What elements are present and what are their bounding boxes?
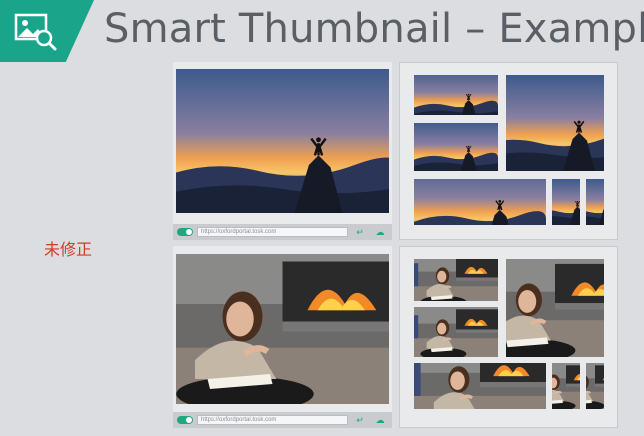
thumbnail-woman-5 [552,363,580,409]
logo-tile [0,0,94,62]
thumbnail-mountain-1 [414,75,498,115]
thumbnail-woman-3 [414,307,498,357]
original-image-mountain [176,69,389,213]
thumbnail-mountain-2 [506,75,604,171]
thumbnail-mountain-4 [414,179,546,225]
browser-bar-top: https://oxfordportal.tosk.com ↵ ☁ [173,224,392,240]
thumbnail-woman-6 [586,363,604,409]
original-image-panel-top: https://oxfordportal.tosk.com ↵ ☁ [173,62,392,240]
thumbnail-woman-1 [414,259,498,301]
thumbnail-mountain-3 [414,123,498,171]
thumbnail-mountain-5 [552,179,580,225]
browser-bar-bottom: https://oxfordportal.tosk.com ↵ ☁ [173,412,392,428]
original-image-panel-bottom: https://oxfordportal.tosk.com ↵ ☁ [173,246,392,428]
thumbnail-mountain-6 [586,179,604,225]
thumbnails-panel-bottom [399,246,618,428]
toggle-icon[interactable] [177,416,193,424]
original-image-woman [176,254,389,404]
side-label: 未修正 [44,240,93,259]
url-input-bottom[interactable]: https://oxfordportal.tosk.com [197,415,348,425]
url-input-top[interactable]: https://oxfordportal.tosk.com [197,227,348,237]
page-title: Smart Thumbnail – Example [104,6,644,52]
thumbnails-panel-top [399,62,618,240]
toggle-icon[interactable] [177,228,193,236]
cloud-icon[interactable]: ☁ [372,415,388,425]
thumbnail-woman-2 [506,259,604,357]
thumbnail-woman-4 [414,363,546,409]
image-search-icon [14,13,57,51]
cloud-icon[interactable]: ☁ [372,227,388,237]
enter-arrow-icon[interactable]: ↵ [352,227,368,237]
enter-arrow-icon[interactable]: ↵ [352,415,368,425]
